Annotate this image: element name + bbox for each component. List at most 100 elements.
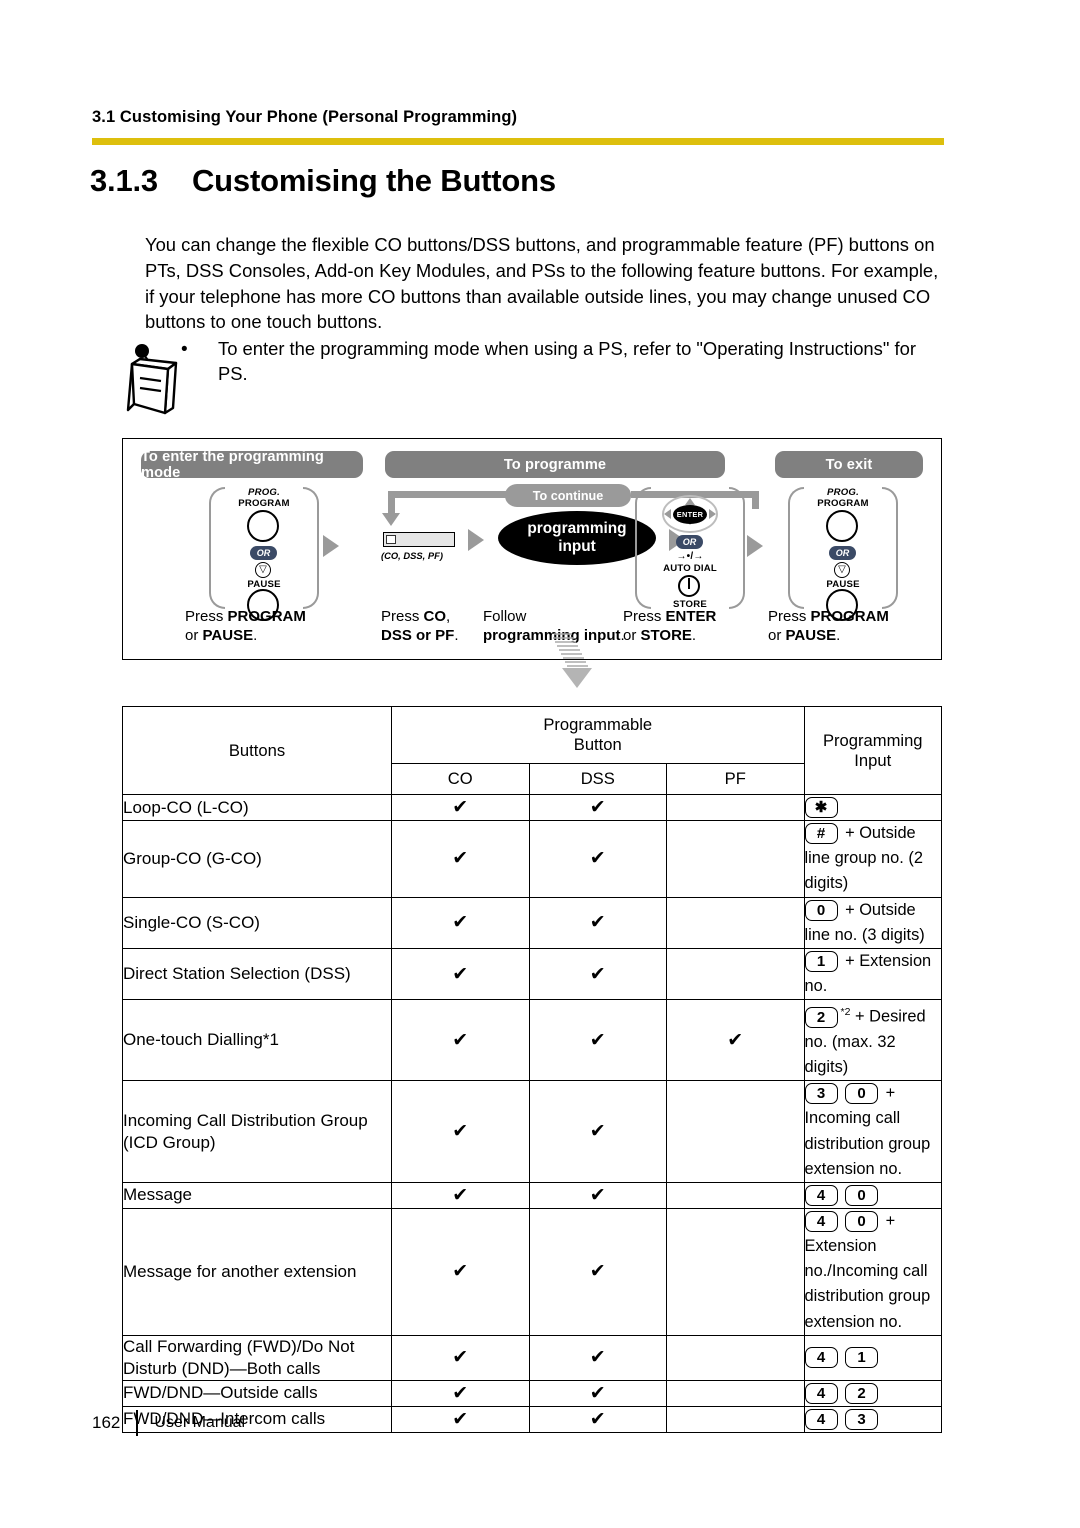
row-button-name: Incoming Call Distribution Group (ICD Gr… bbox=[122, 1080, 392, 1183]
hatched-down-arrow-icon bbox=[553, 633, 592, 688]
step4-caption-period: . bbox=[691, 627, 697, 644]
th-programmable-button: Programmable Button bbox=[391, 706, 805, 764]
th-buttons: Buttons bbox=[122, 706, 392, 795]
programming-flow-diagram: To enter the programming mode To program… bbox=[122, 438, 942, 660]
pause-glyph-icon: ▽ bbox=[255, 562, 271, 578]
document-page: 3.1 Customising Your Phone (Personal Pro… bbox=[0, 0, 1080, 1528]
row-check-co: ✔ bbox=[391, 999, 530, 1082]
continue-arrow-right-stem bbox=[752, 491, 759, 509]
table-row: One-touch Dialling*1 ✔ ✔ ✔ 2 *2 + Desired no.… bbox=[122, 999, 942, 1082]
note-bullet: • bbox=[181, 339, 188, 360]
row-check-co: ✔ bbox=[391, 1334, 530, 1381]
row-button-name: Direct Station Selection (DSS) bbox=[122, 947, 392, 1001]
input-key: 4 bbox=[804, 1382, 838, 1404]
step1-caption-program: PROGRAM bbox=[227, 608, 306, 625]
enter-button[interactable]: ENTER bbox=[673, 505, 707, 524]
row-programming-input: 4 3 bbox=[803, 1405, 942, 1433]
input-key: 0 bbox=[804, 899, 838, 921]
co-dss-pf-key-caption: (CO, DSS, PF) bbox=[381, 550, 443, 561]
step4-caption-enter: ENTER bbox=[665, 608, 717, 625]
step1-caption-press: Press bbox=[185, 608, 228, 625]
row-programming-input: 1 + Extension no. bbox=[803, 947, 942, 1001]
row-button-name: One-touch Dialling*1 bbox=[122, 999, 392, 1082]
running-head: 3.1 Customising Your Phone (Personal Pro… bbox=[92, 108, 518, 126]
footer-page-number: 162 bbox=[92, 1413, 121, 1432]
row-check-pf bbox=[666, 1405, 805, 1433]
row-button-name: Group-CO (G-CO) bbox=[122, 820, 392, 898]
row-programming-input: 0 + Outside line no. (3 digits) bbox=[803, 896, 942, 949]
step2-caption-co: CO bbox=[423, 608, 447, 625]
row-button-name: FWD/DND—Outside calls bbox=[122, 1379, 392, 1407]
step1-caption-pause: PAUSE bbox=[202, 627, 254, 644]
input-key: 1 bbox=[845, 1347, 879, 1369]
pause-glyph-icon: ▽ bbox=[834, 562, 850, 578]
step5-caption: Press PROGRAM or PAUSE. bbox=[768, 607, 889, 645]
header-rule bbox=[92, 138, 944, 145]
step5-caption-press: Press bbox=[768, 608, 811, 625]
step2-caption: Press CO, DSS or PF. bbox=[381, 607, 459, 645]
input-key: 0 bbox=[845, 1185, 879, 1207]
pill-to-continue: To continue bbox=[505, 484, 631, 507]
intro-paragraph: You can change the flexible CO buttons/D… bbox=[145, 234, 939, 333]
step2-caption-dss-pf: DSS or PF bbox=[381, 627, 455, 644]
step2-caption-period: . bbox=[454, 627, 459, 644]
step1-caption-period: . bbox=[253, 627, 258, 644]
table-row: Message for another extension ✔ ✔ 4 0 + Ext… bbox=[122, 1207, 942, 1336]
program-button[interactable] bbox=[247, 510, 279, 542]
feature-buttons-table: Buttons Programmable Button Programming … bbox=[122, 706, 942, 1433]
row-check-pf bbox=[666, 1334, 805, 1381]
step2-caption-press: Press bbox=[381, 608, 424, 625]
row-check-co: ✔ bbox=[391, 820, 530, 898]
table-row: Direct Station Selection (DSS) ✔ ✔ 1 + Exte… bbox=[122, 947, 942, 1001]
step5-caption-or: or bbox=[768, 627, 786, 644]
row-check-dss: ✔ bbox=[528, 999, 667, 1082]
th-programmable-button-l2: Button bbox=[573, 735, 622, 754]
pill-enter-programming-mode: To enter the programming mode bbox=[141, 449, 363, 481]
table-row: Loop-CO (L-CO) ✔ ✔ ✱ bbox=[122, 794, 942, 821]
step5-caption-pause: PAUSE bbox=[785, 627, 837, 644]
navigator-right-icon[interactable] bbox=[709, 509, 716, 519]
step5-or-badge: OR bbox=[829, 546, 856, 560]
continue-arrow-bar-left bbox=[388, 491, 506, 498]
row-check-co: ✔ bbox=[391, 794, 530, 821]
step2-caption-comma: , bbox=[446, 608, 451, 625]
row-check-dss: ✔ bbox=[528, 1181, 667, 1209]
input-key: 0 bbox=[845, 1083, 879, 1105]
page-title: 3.1.3 Customising the Buttons bbox=[90, 163, 556, 199]
continue-arrow-head bbox=[382, 513, 400, 526]
row-check-co: ✔ bbox=[391, 947, 530, 1001]
row-check-co: ✔ bbox=[391, 1207, 530, 1336]
input-key: 4 bbox=[804, 1185, 838, 1207]
program-button-exit[interactable] bbox=[826, 510, 858, 542]
page-title-number: 3.1.3 bbox=[90, 163, 158, 198]
row-check-pf bbox=[666, 896, 805, 949]
flow-arrow-1 bbox=[323, 535, 339, 557]
navigator-left-icon[interactable] bbox=[664, 509, 671, 519]
input-key: 3 bbox=[804, 1083, 838, 1105]
row-check-dss: ✔ bbox=[528, 1379, 667, 1407]
input-key: ✱ bbox=[804, 797, 838, 819]
row-check-pf bbox=[666, 1207, 805, 1336]
row-check-pf bbox=[666, 794, 805, 821]
step4-key-cluster: ENTER OR →•/→ AUTO DIAL STORE bbox=[635, 487, 745, 610]
ellipse-line1: programming bbox=[527, 520, 627, 537]
row-button-name: Loop-CO (L-CO) bbox=[122, 794, 392, 821]
row-check-dss: ✔ bbox=[528, 896, 667, 949]
input-key: 4 bbox=[804, 1408, 838, 1430]
co-dss-pf-key[interactable] bbox=[383, 532, 455, 547]
row-programming-input: 4 0 + Extension no./Incoming call distri… bbox=[803, 1207, 942, 1336]
auto-dial-symbol: →•/→ bbox=[676, 551, 704, 562]
input-key: 4 bbox=[804, 1211, 838, 1233]
store-icon-bar bbox=[687, 578, 691, 589]
row-check-pf: ✔ bbox=[666, 999, 805, 1082]
row-check-pf bbox=[666, 1181, 805, 1209]
input-key: # bbox=[804, 823, 838, 845]
step5-prog-small-label: PROG. bbox=[827, 487, 859, 498]
table-row: Message ✔ ✔ 4 0 bbox=[122, 1181, 942, 1209]
row-check-dss: ✔ bbox=[528, 1207, 667, 1336]
pill-to-programme: To programme bbox=[385, 451, 725, 478]
step1-prog-small-label: PROG. bbox=[248, 487, 280, 498]
step5-key-cluster: PROG. PROGRAM OR ▽ PAUSE bbox=[788, 487, 898, 621]
navigator-up-icon[interactable] bbox=[685, 498, 695, 505]
row-programming-input: 2 *2 + Desired no. (max. 32 digits) bbox=[803, 999, 942, 1082]
